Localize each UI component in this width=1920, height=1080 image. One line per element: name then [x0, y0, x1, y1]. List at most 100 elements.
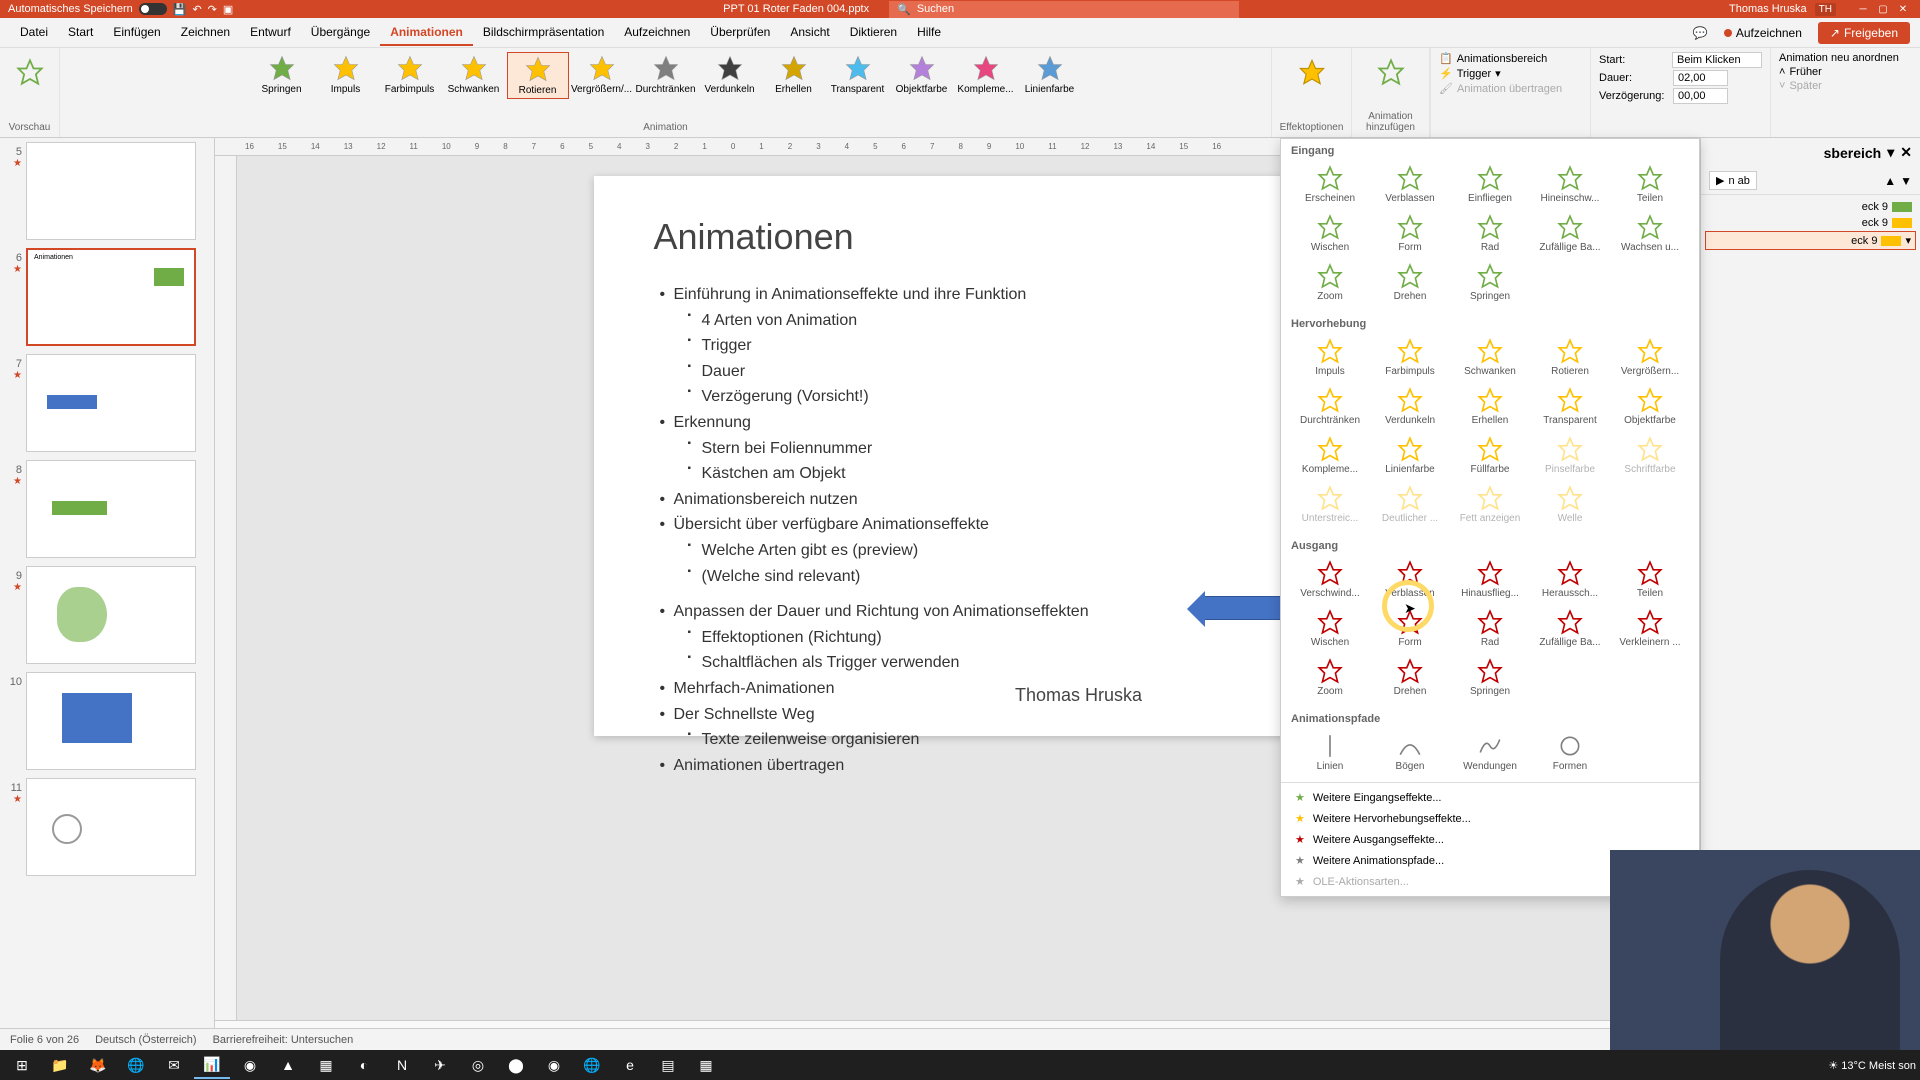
telegram-icon[interactable]: ✈ [422, 1051, 458, 1079]
menu-start[interactable]: Start [58, 20, 103, 46]
menu-überprüfen[interactable]: Überprüfen [700, 20, 780, 46]
dropdown-item-einfliegen[interactable]: Einfliegen [1451, 161, 1529, 208]
dropdown-item-verdunkeln[interactable]: Verdunkeln [1371, 383, 1449, 430]
ribbon-anim-objektfarbe[interactable]: Objektfarbe [891, 52, 953, 99]
ribbon-anim-vergrern[interactable]: Vergrößern/... [571, 52, 633, 99]
app-icon-3[interactable]: ◐ [346, 1051, 382, 1079]
app-icon-7[interactable]: ▤ [650, 1051, 686, 1079]
move-down-icon[interactable]: ▼ [1900, 174, 1912, 188]
app-icon-6[interactable]: 🌐 [574, 1051, 610, 1079]
dropdown-footer-1[interactable]: ★ Weitere Hervorhebungseffekte... [1281, 808, 1699, 829]
dropdown-item-linien[interactable]: Linien [1291, 729, 1369, 776]
thumbnail-7[interactable]: 7★ [4, 354, 210, 452]
app-icon-8[interactable]: ▦ [688, 1051, 724, 1079]
outlook-icon[interactable]: ✉ [156, 1051, 192, 1079]
thumbnail-11[interactable]: 11★ [4, 778, 210, 876]
move-later-button[interactable]: ˅ Später [1779, 80, 1822, 92]
onenote-icon[interactable]: N [384, 1051, 420, 1079]
save-icon[interactable]: 💾 [173, 3, 187, 16]
dropdown-item-hinausflieg[interactable]: Hinausflieg... [1451, 556, 1529, 603]
dropdown-item-rad[interactable]: Rad [1451, 605, 1529, 652]
app-icon-4[interactable]: ◎ [460, 1051, 496, 1079]
menu-animationen[interactable]: Animationen [380, 20, 473, 46]
thumbnail-10[interactable]: 10 [4, 672, 210, 770]
dropdown-item-wachsenu[interactable]: Wachsen u... [1611, 210, 1689, 257]
share-button[interactable]: ↗ Freigeben [1818, 22, 1910, 44]
powerpoint-icon[interactable]: 📊 [194, 1051, 230, 1079]
dropdown-item-verblassen[interactable]: Verblassen [1371, 161, 1449, 208]
dropdown-item-rad[interactable]: Rad [1451, 210, 1529, 257]
menu-ansicht[interactable]: Ansicht [780, 20, 839, 46]
dropdown-item-verschwind[interactable]: Verschwind... [1291, 556, 1369, 603]
dropdown-item-wendungen[interactable]: Wendungen [1451, 729, 1529, 776]
dropdown-item-erhellen[interactable]: Erhellen [1451, 383, 1529, 430]
dropdown-item-farbimpuls[interactable]: Farbimpuls [1371, 334, 1449, 381]
dropdown-item-erscheinen[interactable]: Erscheinen [1291, 161, 1369, 208]
username[interactable]: Thomas Hruska [1729, 3, 1807, 15]
record-button[interactable]: Aufzeichnen [1716, 23, 1810, 43]
dropdown-item-form[interactable]: Form [1371, 210, 1449, 257]
menu-zeichnen[interactable]: Zeichnen [171, 20, 240, 46]
maximize-button[interactable]: ▢ [1874, 2, 1892, 16]
dropdown-item-wischen[interactable]: Wischen [1291, 605, 1369, 652]
explorer-icon[interactable]: 📁 [42, 1051, 78, 1079]
menu-aufzeichnen[interactable]: Aufzeichnen [614, 20, 700, 46]
dropdown-item-objektfarbe[interactable]: Objektfarbe [1611, 383, 1689, 430]
delay-input[interactable] [1673, 88, 1728, 104]
user-initials[interactable]: TH [1815, 3, 1836, 16]
copy-anim-button[interactable]: 🖌 Animation übertragen [1439, 82, 1582, 95]
play-from-button[interactable]: ▶ n ab [1709, 171, 1757, 190]
ribbon-anim-schwanken[interactable]: Schwanken [443, 52, 505, 99]
anim-pane-item-2[interactable]: eck 9▾ [1705, 231, 1916, 250]
move-earlier-button[interactable]: ˄ Früher [1779, 66, 1822, 78]
slide-count[interactable]: Folie 6 von 26 [10, 1034, 79, 1046]
dropdown-item-springen[interactable]: Springen [1451, 259, 1529, 306]
ribbon-anim-farbimpuls[interactable]: Farbimpuls [379, 52, 441, 99]
dropdown-item-verblassen[interactable]: Verblassen [1371, 556, 1449, 603]
dropdown-item-rotieren[interactable]: Rotieren [1531, 334, 1609, 381]
language[interactable]: Deutsch (Österreich) [95, 1034, 196, 1046]
start-button[interactable]: ⊞ [4, 1051, 40, 1079]
menu-übergänge[interactable]: Übergänge [301, 20, 380, 46]
minimize-button[interactable]: ─ [1854, 2, 1872, 16]
edge-icon[interactable]: e [612, 1051, 648, 1079]
firefox-icon[interactable]: 🦊 [80, 1051, 116, 1079]
menu-hilfe[interactable]: Hilfe [907, 20, 951, 46]
duration-input[interactable] [1673, 70, 1728, 86]
search-box[interactable]: 🔍 Suchen [889, 1, 1239, 18]
dropdown-item-durchtrnken[interactable]: Durchtränken [1291, 383, 1369, 430]
anim-pane-item-0[interactable]: eck 9 [1705, 199, 1916, 215]
dropdown-item-verkleinern[interactable]: Verkleinern ... [1611, 605, 1689, 652]
weather-widget[interactable]: ☀ 13°C Meist son [1828, 1059, 1916, 1072]
dropdown-item-springen[interactable]: Springen [1451, 654, 1529, 701]
menu-entwurf[interactable]: Entwurf [240, 20, 301, 46]
menu-bildschirmpräsentation[interactable]: Bildschirmpräsentation [473, 20, 614, 46]
undo-icon[interactable]: ↶ [192, 3, 201, 16]
dropdown-item-heraussch[interactable]: Heraussch... [1531, 556, 1609, 603]
app-icon-1[interactable]: ◉ [232, 1051, 268, 1079]
comments-icon[interactable]: 💬 [1693, 26, 1708, 40]
effect-options-button[interactable] [1292, 52, 1332, 92]
dropdown-item-zuflligeba[interactable]: Zufällige Ba... [1531, 210, 1609, 257]
move-up-icon[interactable]: ▲ [1884, 174, 1896, 188]
add-animation-button[interactable] [1371, 52, 1411, 92]
app-icon-2[interactable]: ▦ [308, 1051, 344, 1079]
thumbnail-5[interactable]: 5★ [4, 142, 210, 240]
menu-einfügen[interactable]: Einfügen [103, 20, 170, 46]
dropdown-item-fllfarbe[interactable]: Füllfarbe [1451, 432, 1529, 479]
thumbnail-6[interactable]: 6★Animationen [4, 248, 210, 346]
dropdown-item-teilen[interactable]: Teilen [1611, 161, 1689, 208]
dropdown-item-zoom[interactable]: Zoom [1291, 654, 1369, 701]
close-button[interactable]: ✕ [1894, 2, 1912, 16]
ribbon-anim-springen[interactable]: Springen [251, 52, 313, 99]
animation-dropdown[interactable]: EingangErscheinenVerblassenEinfliegenHin… [1280, 138, 1700, 897]
dropdown-item-transparent[interactable]: Transparent [1531, 383, 1609, 430]
dropdown-item-wischen[interactable]: Wischen [1291, 210, 1369, 257]
thumbnail-9[interactable]: 9★ [4, 566, 210, 664]
dropdown-item-zuflligeba[interactable]: Zufällige Ba... [1531, 605, 1609, 652]
dropdown-item-drehen[interactable]: Drehen [1371, 259, 1449, 306]
dropdown-item-zoom[interactable]: Zoom [1291, 259, 1369, 306]
redo-icon[interactable]: ↷ [208, 3, 217, 16]
menu-datei[interactable]: Datei [10, 20, 58, 46]
start-select[interactable] [1672, 52, 1762, 68]
